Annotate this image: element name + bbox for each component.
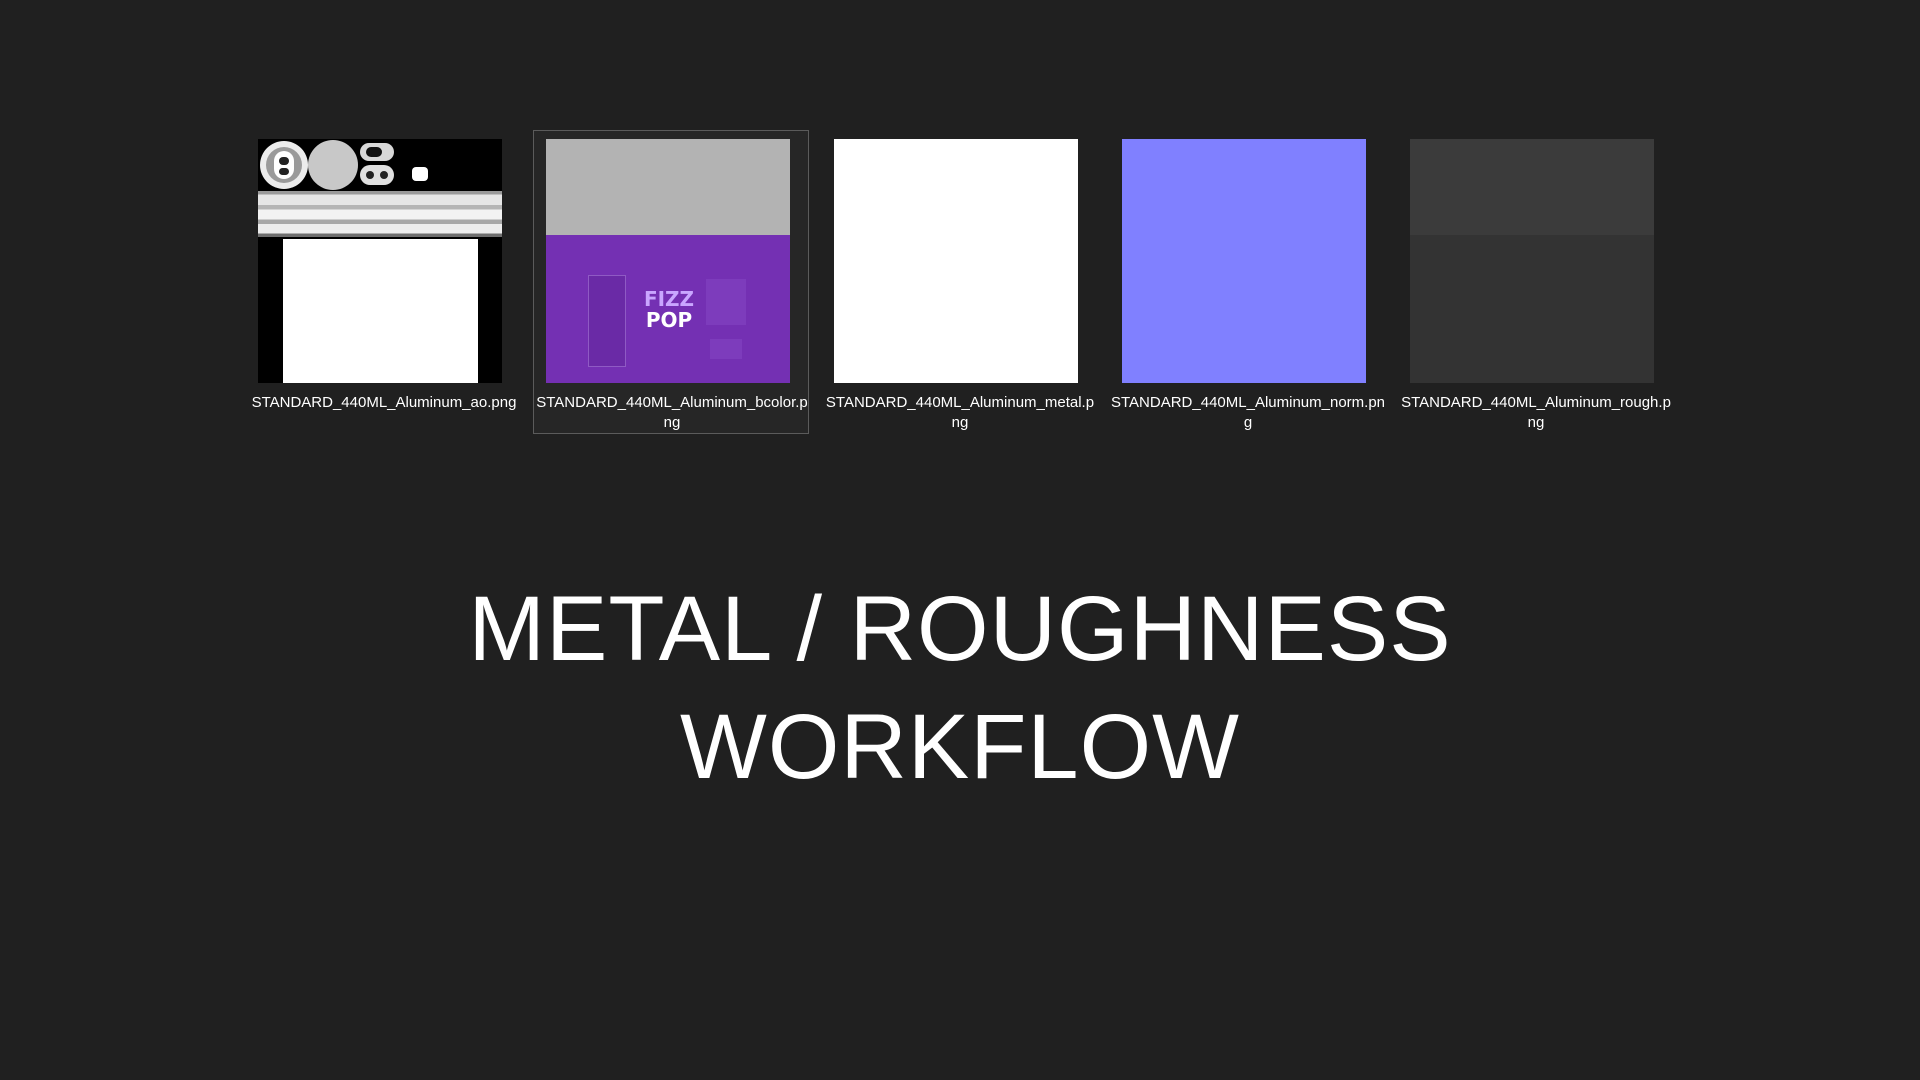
file-grid: STANDARD_440ML_Aluminum_ao.png FIZZ POP …	[245, 130, 1675, 450]
headline-line-2: WORKFLOW	[680, 696, 1240, 798]
file-tile-norm[interactable]: STANDARD_440ML_Aluminum_norm.png	[1109, 130, 1385, 434]
ao-thumbnail	[258, 139, 502, 383]
file-name: STANDARD_440ML_Aluminum_bcolor.png	[536, 394, 808, 431]
fizz-text: FIZZ	[643, 287, 695, 311]
file-tile-rough[interactable]: STANDARD_440ML_Aluminum_rough.png	[1397, 130, 1673, 434]
file-tile-bcolor[interactable]: FIZZ POP STANDARD_440ML_Aluminum_bcolor.…	[533, 130, 809, 434]
workflow-headline: METAL / ROUGHNESS WORKFLOW	[0, 570, 1920, 806]
norm-thumbnail	[1122, 139, 1366, 383]
bcolor-thumbnail: FIZZ POP	[546, 139, 790, 383]
headline-line-1: METAL / ROUGHNESS	[468, 578, 1452, 680]
rough-thumbnail	[1410, 139, 1654, 383]
file-name: STANDARD_440ML_Aluminum_ao.png	[251, 394, 517, 411]
desktop-stage: STANDARD_440ML_Aluminum_ao.png FIZZ POP …	[0, 0, 1920, 1080]
file-name: STANDARD_440ML_Aluminum_metal.png	[825, 394, 1095, 431]
file-name: STANDARD_440ML_Aluminum_rough.png	[1401, 394, 1671, 431]
metal-thumbnail	[834, 139, 1078, 383]
pop-text: POP	[645, 308, 693, 332]
file-tile-metal[interactable]: STANDARD_440ML_Aluminum_metal.png	[821, 130, 1097, 434]
file-name: STANDARD_440ML_Aluminum_norm.png	[1111, 394, 1385, 431]
file-tile-ao[interactable]: STANDARD_440ML_Aluminum_ao.png	[245, 130, 521, 434]
